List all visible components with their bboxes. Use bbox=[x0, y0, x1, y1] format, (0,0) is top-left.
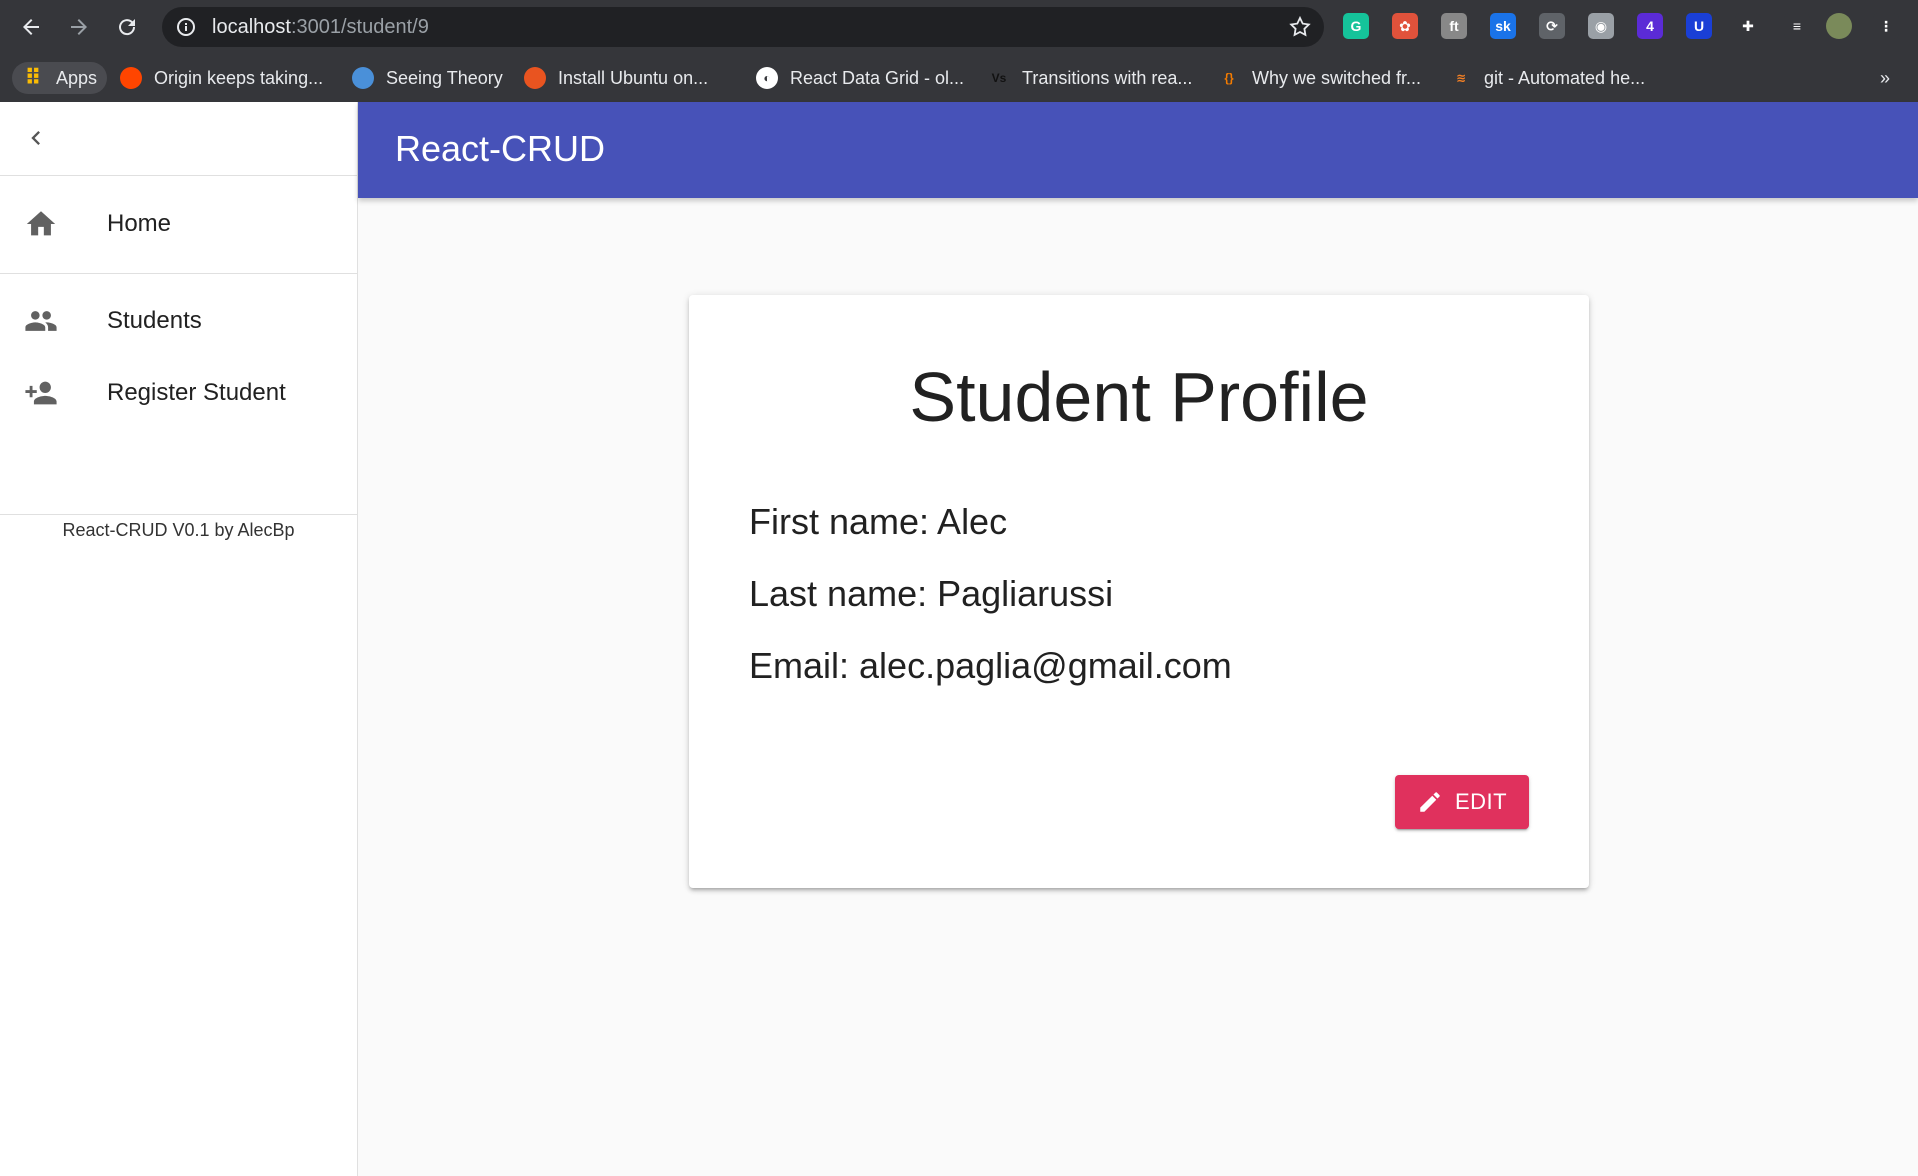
page-title: Student Profile bbox=[909, 358, 1369, 436]
app-title: React-CRUD bbox=[395, 128, 606, 169]
edit-button-label: EDIT bbox=[1454, 789, 1508, 814]
person-add-icon bbox=[24, 376, 58, 410]
bookmark-item[interactable]: {} Why we switched fr... bbox=[1218, 62, 1421, 94]
sidebar-item-label: Register Student bbox=[107, 379, 286, 406]
fonts-extension-icon[interactable]: ft bbox=[1441, 13, 1467, 39]
bookmark-label: git - Automated he... bbox=[1484, 67, 1646, 88]
app-bar: React-CRUD bbox=[358, 102, 1918, 198]
reddit-icon bbox=[120, 67, 142, 89]
sk-extension-icon[interactable]: sk bbox=[1490, 13, 1516, 39]
url-host: localhost bbox=[212, 16, 291, 38]
bookmark-label: Transitions with rea... bbox=[1022, 67, 1193, 88]
bookmark-label: Why we switched fr... bbox=[1252, 67, 1422, 88]
puzzle-extensions-icon[interactable]: ✚ bbox=[1735, 13, 1761, 39]
grammarly-icon[interactable]: G bbox=[1343, 13, 1369, 39]
tab-extension-icon[interactable]: 4 bbox=[1637, 13, 1663, 39]
brackets-icon: {} bbox=[1224, 71, 1234, 85]
bookmark-item[interactable]: Seeing Theory bbox=[352, 62, 503, 94]
vs-icon: Vs bbox=[991, 71, 1007, 85]
sidebar-divider bbox=[0, 514, 358, 515]
apps-grid-icon: ⠿ bbox=[24, 65, 42, 90]
bookmark-item[interactable]: ◐ React Data Grid - ol... bbox=[756, 62, 964, 94]
sync-extension-icon[interactable]: ⟳ bbox=[1539, 13, 1565, 39]
sidebar-divider bbox=[0, 273, 358, 274]
bookmark-item[interactable]: ⠿ Apps bbox=[12, 62, 108, 94]
last-name-field: Last name: Pagliarussi bbox=[749, 573, 1114, 614]
address-bar[interactable]: localhost:3001/student/9 bbox=[162, 7, 1324, 47]
bookmark-label: Install Ubuntu on... bbox=[558, 67, 709, 88]
bookmark-item[interactable]: Origin keeps taking... bbox=[120, 62, 323, 94]
reload-icon[interactable] bbox=[110, 10, 144, 44]
reading-list-icon[interactable]: ≡ bbox=[1784, 13, 1810, 39]
bookmark-item[interactable]: ≋ git - Automated he... bbox=[1450, 62, 1645, 94]
sidebar-footer: React-CRUD V0.1 by AlecBp bbox=[62, 520, 295, 540]
bookmark-label: React Data Grid - ol... bbox=[790, 67, 965, 88]
bookmark-label: Seeing Theory bbox=[386, 67, 503, 88]
url-path: :3001/student/9 bbox=[290, 16, 429, 38]
ubuntu-icon bbox=[524, 67, 546, 89]
first-name-field: First name: Alec bbox=[749, 501, 1008, 542]
arrow-right-icon[interactable] bbox=[62, 10, 96, 44]
shield-extension-icon[interactable]: U bbox=[1686, 13, 1712, 39]
globe-icon: ◐ bbox=[756, 67, 778, 89]
bookmark-label: Origin keeps taking... bbox=[154, 67, 324, 88]
home-icon bbox=[24, 207, 58, 241]
info-icon[interactable] bbox=[176, 17, 196, 37]
bookmark-item[interactable]: Install Ubuntu on... bbox=[524, 62, 708, 94]
sidebar-divider bbox=[0, 175, 358, 176]
bookmark-item[interactable]: Vs Transitions with rea... bbox=[988, 62, 1193, 94]
camera-extension-icon[interactable]: ◉ bbox=[1588, 13, 1614, 39]
pencil-icon bbox=[1417, 789, 1443, 815]
people-icon bbox=[24, 304, 58, 338]
email-field: Email: alec.paglia@gmail.com bbox=[749, 645, 1232, 686]
url-text: localhost:3001/student/9 bbox=[212, 16, 429, 39]
sidebar-item-students[interactable]: Students bbox=[0, 285, 357, 357]
sidebar: Home Students Register Student React-CRU… bbox=[0, 102, 358, 1176]
sidebar-item-home[interactable]: Home bbox=[0, 188, 357, 260]
bookmarks-bar: ⠿ Apps Origin keeps taking... Seeing Theory… bbox=[0, 56, 1918, 98]
profile-card: Student Profile First name: Alec Last na… bbox=[689, 295, 1589, 888]
edit-button[interactable]: EDIT bbox=[1395, 775, 1529, 829]
palette-extension-icon[interactable]: ✿ bbox=[1392, 13, 1418, 39]
profile-avatar-icon[interactable] bbox=[1826, 13, 1852, 39]
bookmark-label: Apps bbox=[56, 67, 98, 88]
sidebar-item-register-student[interactable]: Register Student bbox=[0, 357, 357, 429]
sidebar-item-label: Students bbox=[107, 307, 202, 334]
chevron-left-icon[interactable] bbox=[22, 124, 50, 152]
stackoverflow-icon: ≋ bbox=[1455, 71, 1467, 85]
circle-icon bbox=[352, 67, 374, 89]
arrow-left-icon[interactable] bbox=[14, 10, 48, 44]
bookmarks-overflow-button[interactable]: » bbox=[1880, 62, 1890, 94]
browser-chrome: localhost:3001/student/9 G ✿ ft sk ⟳ ◉ 4 U ✚ ≡ ⋮ ⠿… bbox=[0, 0, 1918, 102]
menu-kebab-icon[interactable]: ⋮ bbox=[1873, 13, 1899, 39]
star-icon[interactable] bbox=[1288, 15, 1312, 39]
sidebar-item-label: Home bbox=[107, 210, 172, 237]
